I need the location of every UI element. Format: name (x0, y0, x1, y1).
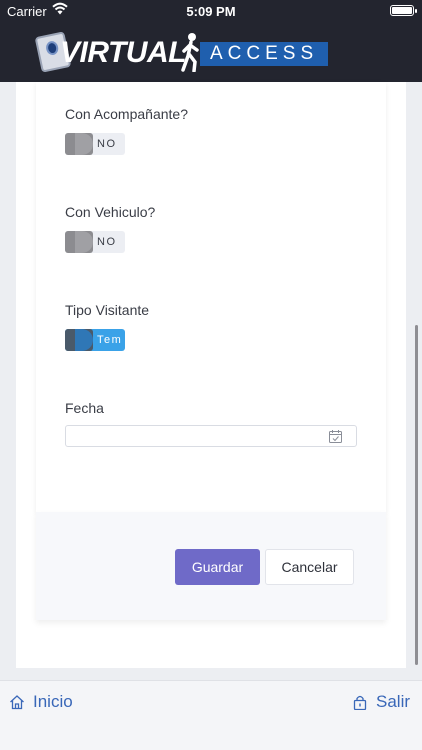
toggle-knob (65, 231, 93, 253)
companion-toggle-text: NO (97, 138, 117, 150)
companion-toggle[interactable]: NO (65, 133, 125, 155)
save-button[interactable]: Guardar (175, 549, 260, 585)
cancel-button[interactable]: Cancelar (265, 549, 354, 585)
vehicle-label: Con Vehiculo? (65, 204, 156, 220)
walking-person-icon (181, 33, 199, 72)
status-bar: Carrier 5:09 PM (0, 0, 422, 22)
visitor-type-toggle-text: Tem (97, 334, 123, 346)
date-label: Fecha (65, 400, 104, 416)
date-field[interactable] (65, 425, 357, 447)
logo-word: VIRTUAL (60, 36, 186, 69)
vehicle-toggle[interactable]: NO (65, 231, 125, 253)
battery-icon (390, 5, 417, 16)
toggle-knob (65, 133, 93, 155)
home-tab-label: Inicio (33, 692, 73, 711)
vehicle-toggle-text: NO (97, 236, 117, 248)
virtual-access-logo: VIRTUAL ACCESS (34, 31, 328, 73)
visitor-type-label: Tipo Visitante (65, 302, 150, 318)
logout-tab-label: Salir (376, 692, 411, 711)
home-icon (10, 695, 24, 710)
status-time: 5:09 PM (186, 4, 236, 19)
visitor-type-toggle[interactable]: Tem (65, 329, 125, 351)
lock-icon (353, 695, 367, 710)
toggle-knob (65, 329, 93, 351)
app-header: Carrier 5:09 PM VIRTUAL ACCESS (0, 0, 422, 82)
bottom-tabbar: Inicio Salir (0, 680, 422, 750)
calendar-icon[interactable] (329, 430, 342, 443)
logo-sub: ACCESS (210, 43, 319, 64)
companion-label: Con Acompañante? (65, 106, 188, 122)
scrollbar[interactable] (415, 325, 418, 665)
